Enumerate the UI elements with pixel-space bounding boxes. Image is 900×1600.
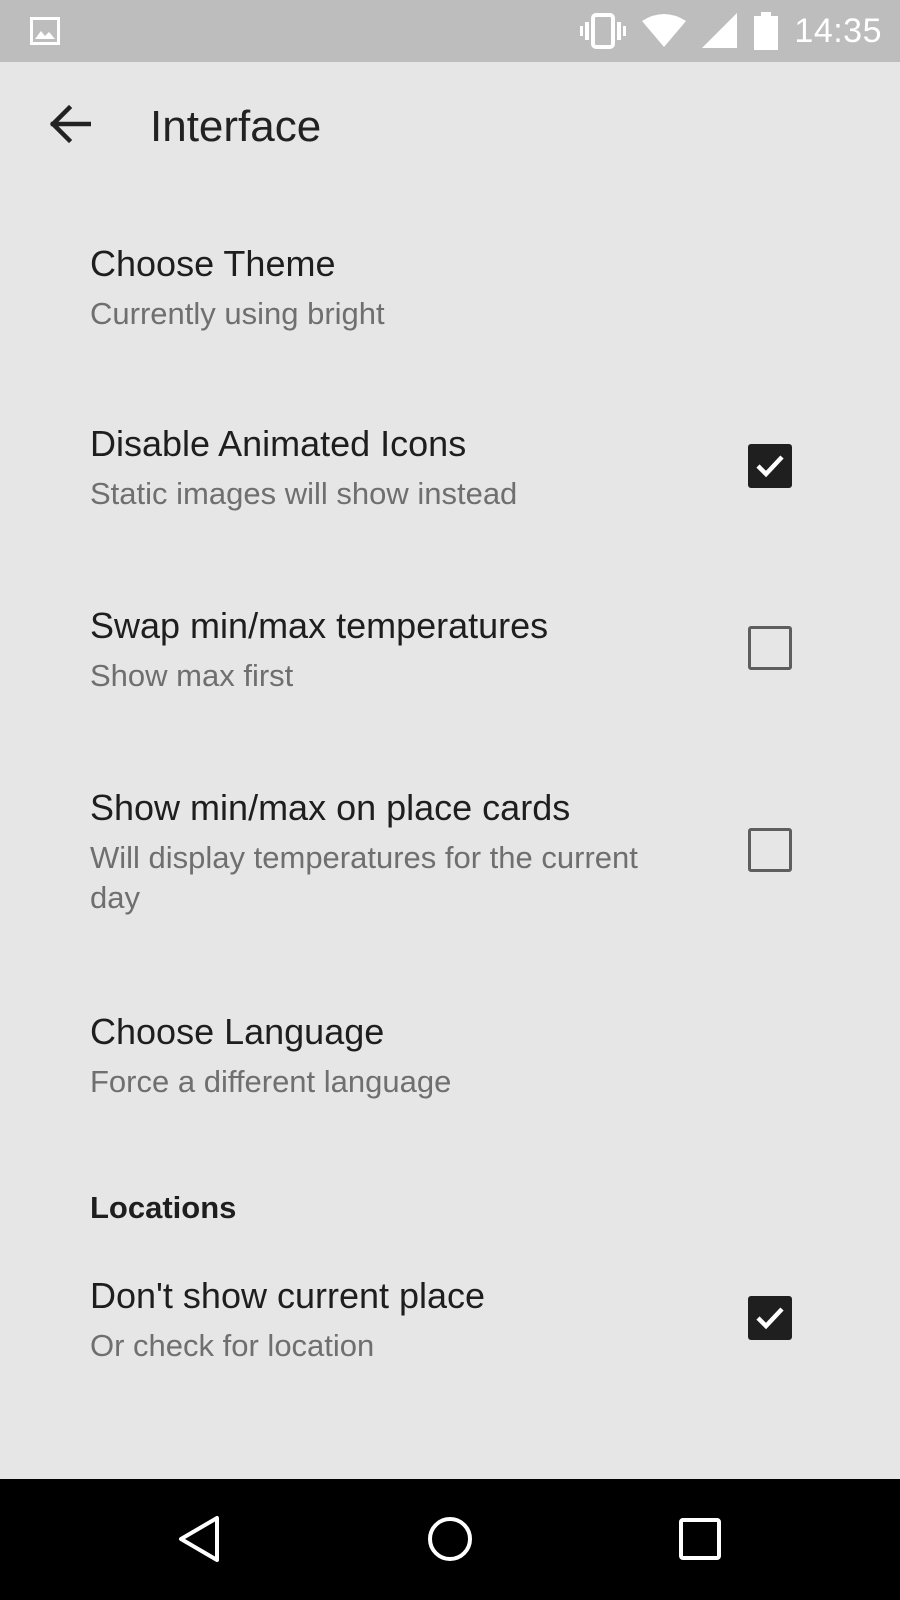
signal-icon xyxy=(702,13,738,48)
pref-summary: Or check for location xyxy=(90,1328,375,1363)
pref-title: Choose Language xyxy=(90,1011,385,1052)
pref-title: Choose Theme xyxy=(90,243,336,284)
page-title: Interface xyxy=(150,102,322,151)
checkmark-icon xyxy=(756,1307,784,1330)
status-icons: 14:35 xyxy=(580,0,882,62)
pref-choose-language[interactable]: Choose Language Force a different langua… xyxy=(0,996,900,1136)
nav-recents-button[interactable] xyxy=(660,1499,740,1579)
checkmark-icon xyxy=(756,455,784,478)
back-triangle-icon xyxy=(179,1516,219,1562)
status-bar: 14:35 xyxy=(0,0,900,62)
pref-summary: Static images will show instead xyxy=(90,476,518,511)
arrow-left-icon xyxy=(49,104,91,144)
disable-animated-icons-checkbox[interactable] xyxy=(748,444,792,488)
dont-show-current-place-checkbox[interactable] xyxy=(748,1296,792,1340)
swap-min-max-checkbox[interactable] xyxy=(748,626,792,670)
pref-title: Disable Animated Icons xyxy=(90,423,467,464)
wifi-icon xyxy=(642,14,687,47)
settings-screen: 14:35 Interface Choose Theme Currently u… xyxy=(0,0,900,1600)
pref-disable-animated-icons[interactable]: Disable Animated Icons Static images wil… xyxy=(0,410,900,550)
navigation-bar xyxy=(0,1479,900,1600)
status-time: 14:35 xyxy=(794,11,882,50)
battery-icon xyxy=(754,12,779,50)
pref-summary: Currently using bright xyxy=(90,296,385,331)
image-notification-icon xyxy=(30,17,60,45)
nav-back-button[interactable] xyxy=(160,1499,240,1579)
pref-title: Swap min/max temperatures xyxy=(90,605,549,646)
vibrate-icon xyxy=(580,13,627,49)
nav-home-button[interactable] xyxy=(410,1499,490,1579)
section-header-locations: Locations xyxy=(90,1190,237,1225)
toolbar: Interface xyxy=(0,62,900,202)
pref-title: Show min/max on place cards xyxy=(90,787,571,828)
pref-choose-theme[interactable]: Choose Theme Currently using bright xyxy=(0,228,900,368)
show-min-max-checkbox[interactable] xyxy=(748,828,792,872)
pref-summary: Force a different language xyxy=(90,1064,452,1099)
pref-summary: Show max first xyxy=(90,658,294,693)
home-circle-icon xyxy=(428,1517,472,1561)
back-button[interactable] xyxy=(38,92,102,156)
pref-show-min-max-place-cards[interactable]: Show min/max on place cards Will display… xyxy=(0,774,900,954)
pref-summary: Will display temperatures for the curren… xyxy=(90,840,638,915)
pref-title: Don't show current place xyxy=(90,1275,486,1316)
pref-dont-show-current-place[interactable]: Don't show current place Or check for lo… xyxy=(0,1262,900,1402)
recents-square-icon xyxy=(679,1518,721,1560)
pref-swap-min-max[interactable]: Swap min/max temperatures Show max first xyxy=(0,592,900,732)
